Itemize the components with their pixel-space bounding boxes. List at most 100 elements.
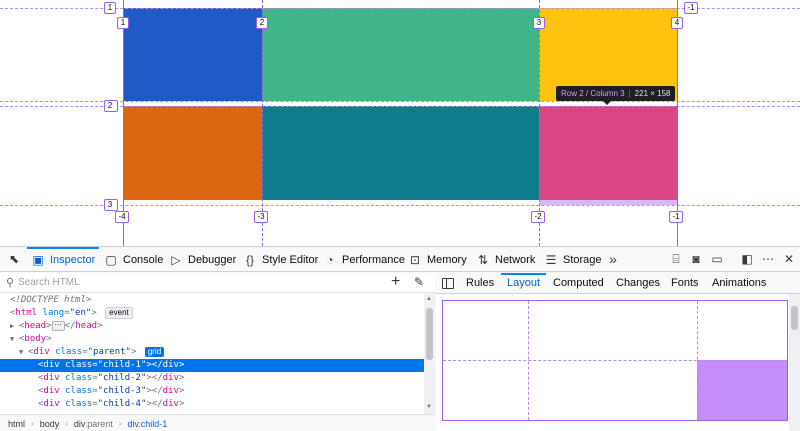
scroll-up-icon[interactable]: ▲ — [426, 296, 432, 302]
grid-cell-child-2[interactable] — [262, 8, 539, 101]
toggle-panes-icon[interactable] — [442, 278, 454, 289]
html-attr: lang — [42, 308, 65, 318]
tab-fonts[interactable]: Fonts — [671, 273, 699, 294]
dock-icon[interactable]: ◧ — [739, 252, 755, 267]
grid-line-row-2b — [0, 106, 800, 107]
tab-changes[interactable]: Changes — [616, 273, 660, 294]
markup-doctype-line[interactable]: <!DOCTYPE html> — [0, 294, 424, 307]
breadcrumb-item[interactable]: body — [40, 419, 60, 429]
search-icon: ⚲ — [6, 277, 15, 289]
more-icon[interactable]: ⋯ — [760, 252, 776, 267]
tab-label: Memory — [427, 253, 467, 266]
div-tag: div — [43, 360, 60, 370]
html-tag: html — [15, 308, 38, 318]
scrollbar-thumb[interactable] — [791, 306, 798, 330]
element-picker-icon[interactable]: ⬉ — [6, 252, 22, 267]
inspector-sidebar: Rules Layout Computed Changes Fonts Anim… — [436, 273, 800, 431]
markup-parent-line[interactable]: ▼ <div class="parent"> grid — [0, 346, 424, 359]
crumb-class: .child-1 — [138, 418, 168, 429]
collapse-twisty-icon[interactable]: ▼ — [10, 333, 19, 346]
grid-cell-child-6[interactable] — [539, 106, 677, 200]
chevron-right-icon: › — [31, 419, 34, 428]
tab-rules[interactable]: Rules — [466, 273, 494, 294]
tab-memory[interactable]: ⊡ Memory — [408, 247, 467, 272]
grid-line-col-4 — [677, 0, 678, 246]
devtools-panel: ⬉ ▣ Inspector ▢ Console ▷ Debugger {} Style … — [0, 246, 800, 431]
tab-performance[interactable]: ◔ Performance — [323, 247, 405, 272]
tab-animations[interactable]: Animations — [712, 273, 766, 294]
grid-line-row-3 — [0, 205, 800, 206]
page-viewport: 1 -1 1 2 3 4 2 3 -4 -3 -2 -1 Row 2 / Col… — [0, 0, 800, 246]
class-attr: class — [55, 347, 83, 357]
grid-badge-col-bottom-1: -4 — [115, 211, 129, 223]
markup-search-bar: ⚲ + ✎ — [0, 273, 435, 293]
grid-badge-col-top-4: 4 — [671, 17, 683, 29]
grid-line-col-2 — [262, 0, 263, 246]
scrollbar-thumb[interactable] — [426, 308, 433, 360]
markup-head-line[interactable]: ▶ <head> ⋯ </head> — [0, 320, 424, 333]
close-icon[interactable]: ✕ — [781, 252, 797, 267]
tab-computed[interactable]: Computed — [553, 273, 604, 294]
grid-line-col-3 — [539, 0, 540, 246]
tab-inspector[interactable]: ▣ Inspector — [26, 247, 100, 272]
head-close-tag: head — [75, 321, 98, 331]
tab-debugger[interactable]: ▷ Debugger — [169, 247, 236, 272]
inspector-icon: ▣ — [32, 252, 44, 267]
tab-label: Style Editor — [262, 253, 319, 266]
event-badge[interactable]: event — [105, 307, 133, 319]
tab-label: Network — [495, 253, 536, 266]
expand-twisty-icon[interactable]: ▶ — [10, 320, 19, 333]
responsive-design-icon[interactable]: ⌸ — [668, 252, 684, 267]
sidebar-scrollbar[interactable] — [789, 294, 800, 431]
div-tag: div — [43, 373, 60, 383]
eyedropper-icon[interactable]: ✎ — [414, 275, 424, 289]
breadcrumb: html › body › div.parent › div.child-1 — [0, 414, 435, 431]
crumb-tag: body — [39, 418, 60, 429]
div-tag: div — [43, 399, 60, 409]
crumb-tag: div — [73, 418, 85, 429]
breadcrumb-item[interactable]: html — [8, 419, 25, 429]
markup-html-line[interactable]: <html lang="en"> event — [0, 307, 424, 320]
console-icon: ▢ — [105, 252, 117, 267]
breadcrumb-item-current[interactable]: div.child-1 — [127, 419, 167, 429]
grid-cell-child-5[interactable] — [262, 106, 539, 200]
tooltip-arrow — [603, 101, 611, 105]
grid-badge[interactable]: grid — [144, 347, 165, 357]
performance-icon: ◔ — [326, 252, 334, 267]
grid-badge-corner-top-left: 1 — [104, 2, 116, 14]
tab-network[interactable]: ⇅ Network — [476, 247, 535, 272]
grid-outline-preview[interactable] — [442, 300, 788, 421]
markup-child-line-selected[interactable]: <div class="child-1"></div> — [0, 359, 424, 372]
body-tag: body — [24, 334, 47, 344]
rulers-icon[interactable]: ▭ — [709, 252, 725, 267]
screenshot-icon[interactable]: ◙ — [688, 252, 704, 267]
chevrons-right-icon[interactable]: » — [605, 252, 621, 267]
markup-child-line[interactable]: <div class="child-3"></div> — [0, 385, 424, 398]
breadcrumb-item[interactable]: div.parent — [74, 419, 113, 429]
grid-badge-col-bottom-3: -2 — [531, 211, 545, 223]
head-tag: head — [24, 321, 47, 331]
grid-cell-child-4[interactable] — [123, 106, 262, 200]
collapsed-ellipsis[interactable]: ⋯ — [51, 320, 65, 331]
markup-scrollbar[interactable]: ▲ ▼ — [424, 294, 435, 414]
doctype-text: <!DOCTYPE html> — [10, 295, 92, 305]
tab-console[interactable]: ▢ Console — [104, 247, 163, 272]
grid-badge-col-bottom-4: -1 — [669, 211, 683, 223]
div-tag: div — [43, 386, 60, 396]
scroll-down-icon[interactable]: ▼ — [426, 404, 432, 410]
markup-child-line[interactable]: <div class="child-2"></div> — [0, 372, 424, 385]
tab-layout[interactable]: Layout — [500, 273, 547, 294]
class-attr-value: "child-3" — [97, 386, 147, 396]
tab-style-editor[interactable]: {} Style Editor — [243, 247, 318, 272]
search-html-input[interactable] — [18, 275, 378, 290]
grid-badge-row-3: 3 — [104, 199, 118, 211]
collapse-twisty-icon[interactable]: ▼ — [19, 346, 28, 359]
div-close-tag: div — [162, 386, 179, 396]
tab-storage[interactable]: ☰ Storage — [544, 247, 602, 272]
tab-label: Performance — [342, 253, 405, 266]
grid-cell-child-1[interactable] — [123, 8, 262, 101]
sidebar-tabs: Rules Layout Computed Changes Fonts Anim… — [436, 273, 800, 294]
markup-body-line[interactable]: ▼ <body> — [0, 333, 424, 346]
markup-child-line[interactable]: <div class="child-4"></div> — [0, 398, 424, 411]
add-node-button[interactable]: + — [391, 273, 400, 291]
